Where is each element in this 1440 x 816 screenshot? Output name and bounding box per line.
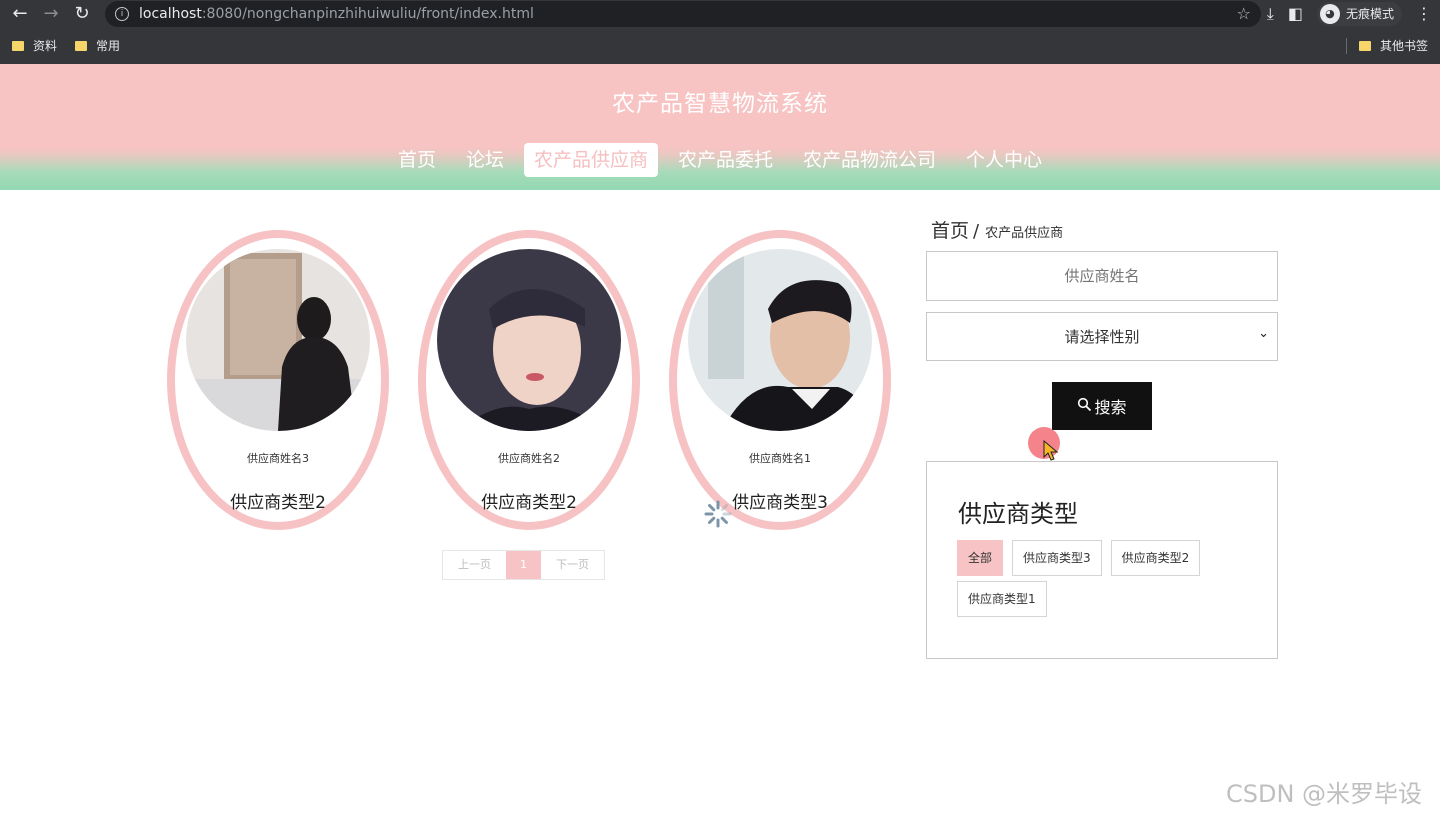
nav-home[interactable]: 首页: [388, 143, 446, 177]
url-host: localhost: [139, 5, 202, 22]
tag-type3[interactable]: 供应商类型3: [1012, 540, 1102, 576]
forward-icon[interactable]: →: [39, 2, 63, 26]
loading-spinner-icon: [704, 500, 732, 528]
bookmark-label: 资料: [33, 39, 58, 53]
main-content: 供应商姓名3 供应商类型2 供应商姓名2 供应商类型2 供应商姓名1 供应商类型…: [0, 190, 1440, 816]
folder-icon: [75, 40, 88, 51]
site-header: 农产品智慧物流系统 首页 论坛 农产品供应商 农产品委托 农产品物流公司 个人中…: [0, 64, 1440, 190]
search-button[interactable]: 搜索: [1052, 382, 1152, 430]
menu-icon[interactable]: ⋮: [1416, 4, 1432, 23]
supplier-card[interactable]: 供应商姓名1 供应商类型3: [669, 230, 891, 530]
breadcrumb-home[interactable]: 首页: [931, 220, 969, 242]
supplier-type: 供应商类型2: [481, 493, 577, 513]
incognito-icon: ◕: [1319, 3, 1340, 24]
supplier-photo[interactable]: [437, 249, 621, 431]
pagination: 上一页 1 下一页: [442, 550, 605, 580]
nav-profile[interactable]: 个人中心: [956, 143, 1052, 177]
main-nav: 首页 论坛 农产品供应商 农产品委托 农产品物流公司 个人中心: [0, 143, 1440, 177]
incognito-badge[interactable]: ◕ 无痕模式: [1316, 1, 1402, 26]
gender-select-value: 请选择性别: [1064, 328, 1140, 346]
bookmark-label: 常用: [96, 39, 121, 53]
search-icon: [1077, 397, 1092, 416]
nav-logistics[interactable]: 农产品物流公司: [793, 143, 946, 177]
next-page-button[interactable]: 下一页: [541, 551, 604, 579]
supplier-name: 供应商姓名3: [247, 452, 309, 465]
supplier-name: 供应商姓名2: [498, 452, 560, 465]
breadcrumb-current: 农产品供应商: [985, 226, 1064, 241]
page-1-button[interactable]: 1: [506, 551, 541, 579]
url-path: :8080/nongchanpinzhihuiwuliu/front/index…: [201, 5, 534, 22]
tag-all[interactable]: 全部: [957, 540, 1004, 576]
gender-select[interactable]: 请选择性别 ⌄: [926, 312, 1278, 361]
address-row: ← → ↻ i localhost:8080/nongchanpinzhihui…: [0, 0, 1440, 27]
bookmark-divider: [1345, 37, 1347, 54]
address-bar[interactable]: i localhost:8080/nongchanpinzhihuiwuliu/…: [105, 0, 1261, 27]
nav-suppliers[interactable]: 农产品供应商: [523, 143, 658, 177]
cursor-icon: [1043, 440, 1059, 461]
tag-type1[interactable]: 供应商类型1: [957, 581, 1047, 617]
type-filter-panel: 供应商类型 全部 供应商类型3 供应商类型2 供应商类型1: [926, 461, 1278, 659]
supplier-name-input[interactable]: [926, 251, 1278, 301]
breadcrumb-separator: /: [973, 221, 980, 242]
type-filter-title: 供应商类型: [958, 500, 1078, 528]
back-icon[interactable]: ←: [8, 2, 32, 26]
search-button-label: 搜索: [1094, 398, 1127, 417]
tag-type2[interactable]: 供应商类型2: [1110, 540, 1201, 576]
info-icon[interactable]: i: [115, 6, 129, 21]
bookmark-folder[interactable]: 资料: [12, 37, 57, 54]
bookmarks-bar: 资料 常用 其他书签: [0, 27, 1440, 64]
nav-commission[interactable]: 农产品委托: [668, 143, 783, 177]
bookmark-folder[interactable]: 常用: [75, 37, 120, 54]
watermark: CSDN @米罗毕设: [1226, 780, 1423, 808]
supplier-photo[interactable]: [186, 249, 370, 431]
breadcrumb: 首页 / 农产品供应商: [931, 216, 1063, 243]
supplier-card[interactable]: 供应商姓名3 供应商类型2: [167, 230, 389, 530]
type-filter-tags: 全部 供应商类型3 供应商类型2 供应商类型1: [957, 540, 1257, 617]
toolbar-icons: ⤓ ◧ ◕ 无痕模式 ⋮: [1267, 1, 1432, 26]
site-title: 农产品智慧物流系统: [612, 91, 828, 117]
incognito-label: 无痕模式: [1345, 7, 1394, 21]
folder-icon: [12, 40, 24, 51]
prev-page-button[interactable]: 上一页: [443, 551, 506, 579]
supplier-type: 供应商类型2: [230, 493, 326, 513]
download-icon[interactable]: ⤓: [1267, 4, 1274, 24]
other-bookmarks-label: 其他书签: [1379, 39, 1428, 53]
folder-icon: [1358, 40, 1371, 51]
supplier-card[interactable]: 供应商姓名2 供应商类型2: [418, 230, 640, 530]
other-bookmarks[interactable]: 其他书签: [1345, 37, 1428, 54]
browser-chrome: ← → ↻ i localhost:8080/nongchanpinzhihui…: [0, 0, 1440, 64]
reload-icon[interactable]: ↻: [70, 2, 94, 26]
nav-forum[interactable]: 论坛: [456, 143, 514, 177]
chevron-down-icon: ⌄: [1258, 326, 1269, 341]
star-icon[interactable]: ☆: [1236, 4, 1250, 23]
supplier-photo[interactable]: [688, 249, 872, 431]
sidepanel-icon[interactable]: ◧: [1288, 4, 1303, 23]
supplier-name: 供应商姓名1: [749, 452, 811, 465]
